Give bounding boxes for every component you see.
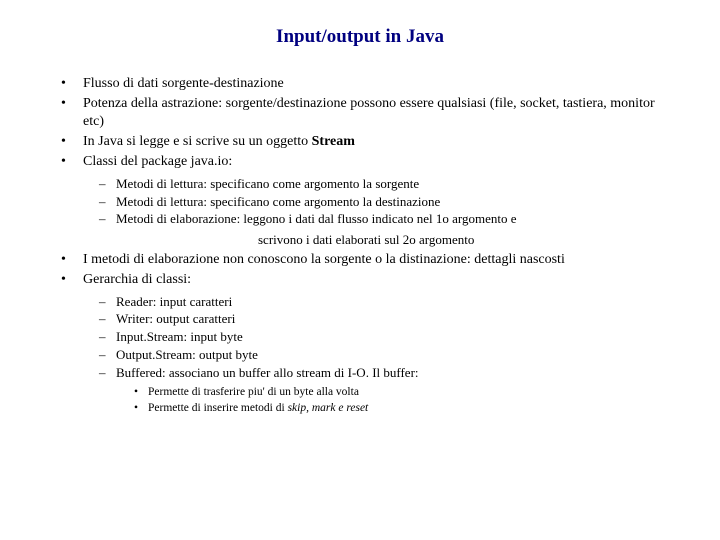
continuation-line: scrivono i dati elaborati sul 2o argomen…: [83, 232, 665, 249]
list-item: Permette di inserire metodi di skip, mar…: [116, 401, 665, 416]
list-item: Writer: output caratteri: [83, 311, 665, 328]
list-item: Permette di trasferire piu' di un byte a…: [116, 385, 665, 400]
list-item: In Java si legge e si scrive su un ogget…: [55, 133, 665, 151]
list-item: Buffered: associano un buffer allo strea…: [83, 365, 665, 416]
list-item: Gerarchia di classi: Reader: input carat…: [55, 271, 665, 416]
list-item: Potenza della astrazione: sorgente/desti…: [55, 95, 665, 131]
list-item: Flusso di dati sorgente-destinazione: [55, 75, 665, 93]
list-item: I metodi di elaborazione non conoscono l…: [55, 251, 665, 269]
list-item: Output.Stream: output byte: [83, 347, 665, 364]
slide-title: Input/output in Java: [55, 25, 665, 50]
sub-list: Metodi di lettura: specificano come argo…: [83, 176, 665, 229]
list-item: Classi del package java.io: Metodi di le…: [55, 153, 665, 249]
bullet-list: Flusso di dati sorgente-destinazione Pot…: [55, 75, 665, 416]
list-item: Metodi di elaborazione: leggono i dati d…: [83, 211, 665, 228]
sub-sub-list: Permette di trasferire piu' di un byte a…: [116, 385, 665, 416]
list-item: Reader: input caratteri: [83, 294, 665, 311]
sub-list: Reader: input caratteri Writer: output c…: [83, 294, 665, 416]
list-item: Input.Stream: input byte: [83, 329, 665, 346]
list-item: Metodi di lettura: specificano come argo…: [83, 194, 665, 211]
list-item: Metodi di lettura: specificano come argo…: [83, 176, 665, 193]
